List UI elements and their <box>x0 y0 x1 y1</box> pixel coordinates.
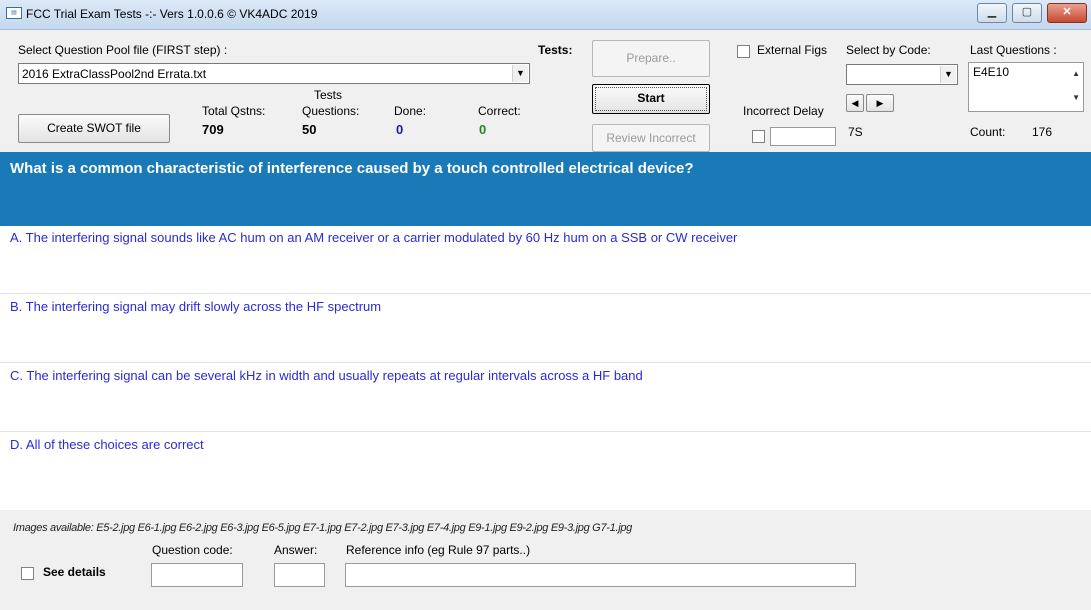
last-question-item[interactable]: E4E10 <box>973 65 1009 79</box>
incorrect-delay-label: Incorrect Delay <box>743 104 824 118</box>
count-label: Count: <box>970 125 1006 139</box>
tests-label: Tests: <box>538 43 573 57</box>
incorrect-delay-input[interactable] <box>770 127 836 146</box>
minimize-button[interactable]: ▁ <box>977 3 1007 23</box>
select-by-code-dropdown[interactable]: ▼ <box>846 64 958 85</box>
tests-questions-label-line2: Questions: <box>302 104 360 118</box>
reference-info-label: Reference info (eg Rule 97 parts..) <box>346 543 531 557</box>
arrow-right-icon: ▶ <box>876 98 884 108</box>
answer-c-text: C. The interfering signal can be several… <box>10 368 643 383</box>
maximize-button[interactable]: ▢ <box>1012 3 1042 23</box>
answer-d-text: D. All of these choices are correct <box>10 437 204 452</box>
pool-select[interactable]: 2016 ExtraClassPool2nd Errata.txt ▼ <box>18 63 530 84</box>
count-value: 176 <box>1032 125 1053 139</box>
prepare-button[interactable]: Prepare.. <box>592 40 710 77</box>
question-text: What is a common characteristic of inter… <box>10 160 694 177</box>
close-button[interactable]: ✕ <box>1047 3 1087 23</box>
pool-select-value: 2016 ExtraClassPool2nd Errata.txt <box>22 67 207 81</box>
reference-info-input[interactable] <box>345 563 856 587</box>
maximize-icon: ▢ <box>1021 6 1033 18</box>
answer-a[interactable]: A. The interfering signal sounds like AC… <box>0 226 1091 294</box>
total-questions-value: 709 <box>202 122 224 137</box>
correct-label: Correct: <box>478 104 521 118</box>
review-incorrect-button[interactable]: Review Incorrect <box>592 124 710 152</box>
answer-label: Answer: <box>274 543 318 557</box>
create-swot-button[interactable]: Create SWOT file <box>18 114 170 143</box>
total-questions-label: Total Qstns: <box>202 104 266 118</box>
answer-b[interactable]: B. The interfering signal may drift slow… <box>0 295 1091 363</box>
prev-code-button[interactable]: ◀ <box>846 94 864 112</box>
external-figs-label: External Figs <box>757 43 828 57</box>
answer-a-text: A. The interfering signal sounds like AC… <box>10 230 738 245</box>
answer-d[interactable]: D. All of these choices are correct <box>0 433 1091 510</box>
window-title: FCC Trial Exam Tests -:- Vers 1.0.0.6 © … <box>26 7 318 21</box>
see-details-label: See details <box>43 565 106 579</box>
last-questions-list[interactable]: E4E10 ▲ ▼ <box>968 62 1084 112</box>
incorrect-delay-checkbox[interactable] <box>752 130 765 143</box>
chevron-down-icon[interactable]: ▼ <box>512 65 528 82</box>
scroll-down-icon[interactable]: ▼ <box>1072 93 1080 102</box>
answer-c[interactable]: C. The interfering signal can be several… <box>0 364 1091 432</box>
correct-value: 0 <box>479 122 487 137</box>
pool-label: Select Question Pool file (FIRST step) : <box>18 43 228 57</box>
question-code-label: Question code: <box>152 543 233 557</box>
chevron-down-icon[interactable]: ▼ <box>940 66 956 83</box>
tests-questions-value: 50 <box>302 122 317 137</box>
close-icon: ✕ <box>1062 6 1072 18</box>
external-figs-checkbox[interactable] <box>737 45 750 58</box>
see-details-checkbox[interactable] <box>21 567 34 580</box>
last-questions-label: Last Questions : <box>970 43 1057 57</box>
tests-questions-label-line1: Tests <box>314 88 343 102</box>
next-code-button[interactable]: ▶ <box>866 94 894 112</box>
arrow-left-icon: ◀ <box>851 98 859 108</box>
scroll-up-icon[interactable]: ▲ <box>1072 69 1080 78</box>
app-icon: ▤ <box>6 7 22 19</box>
select-by-code-label: Select by Code: <box>846 43 931 57</box>
done-label: Done: <box>394 104 427 118</box>
answer-input[interactable] <box>274 563 325 587</box>
minimize-icon: ▁ <box>987 6 997 18</box>
delay-value: 7S <box>848 125 863 139</box>
images-available-text: Images available: E5-2.jpg E6-1.jpg E6-2… <box>13 522 632 534</box>
question-code-input[interactable] <box>151 563 243 587</box>
done-value: 0 <box>396 122 404 137</box>
start-button[interactable]: Start <box>592 84 710 114</box>
answer-b-text: B. The interfering signal may drift slow… <box>10 299 382 314</box>
